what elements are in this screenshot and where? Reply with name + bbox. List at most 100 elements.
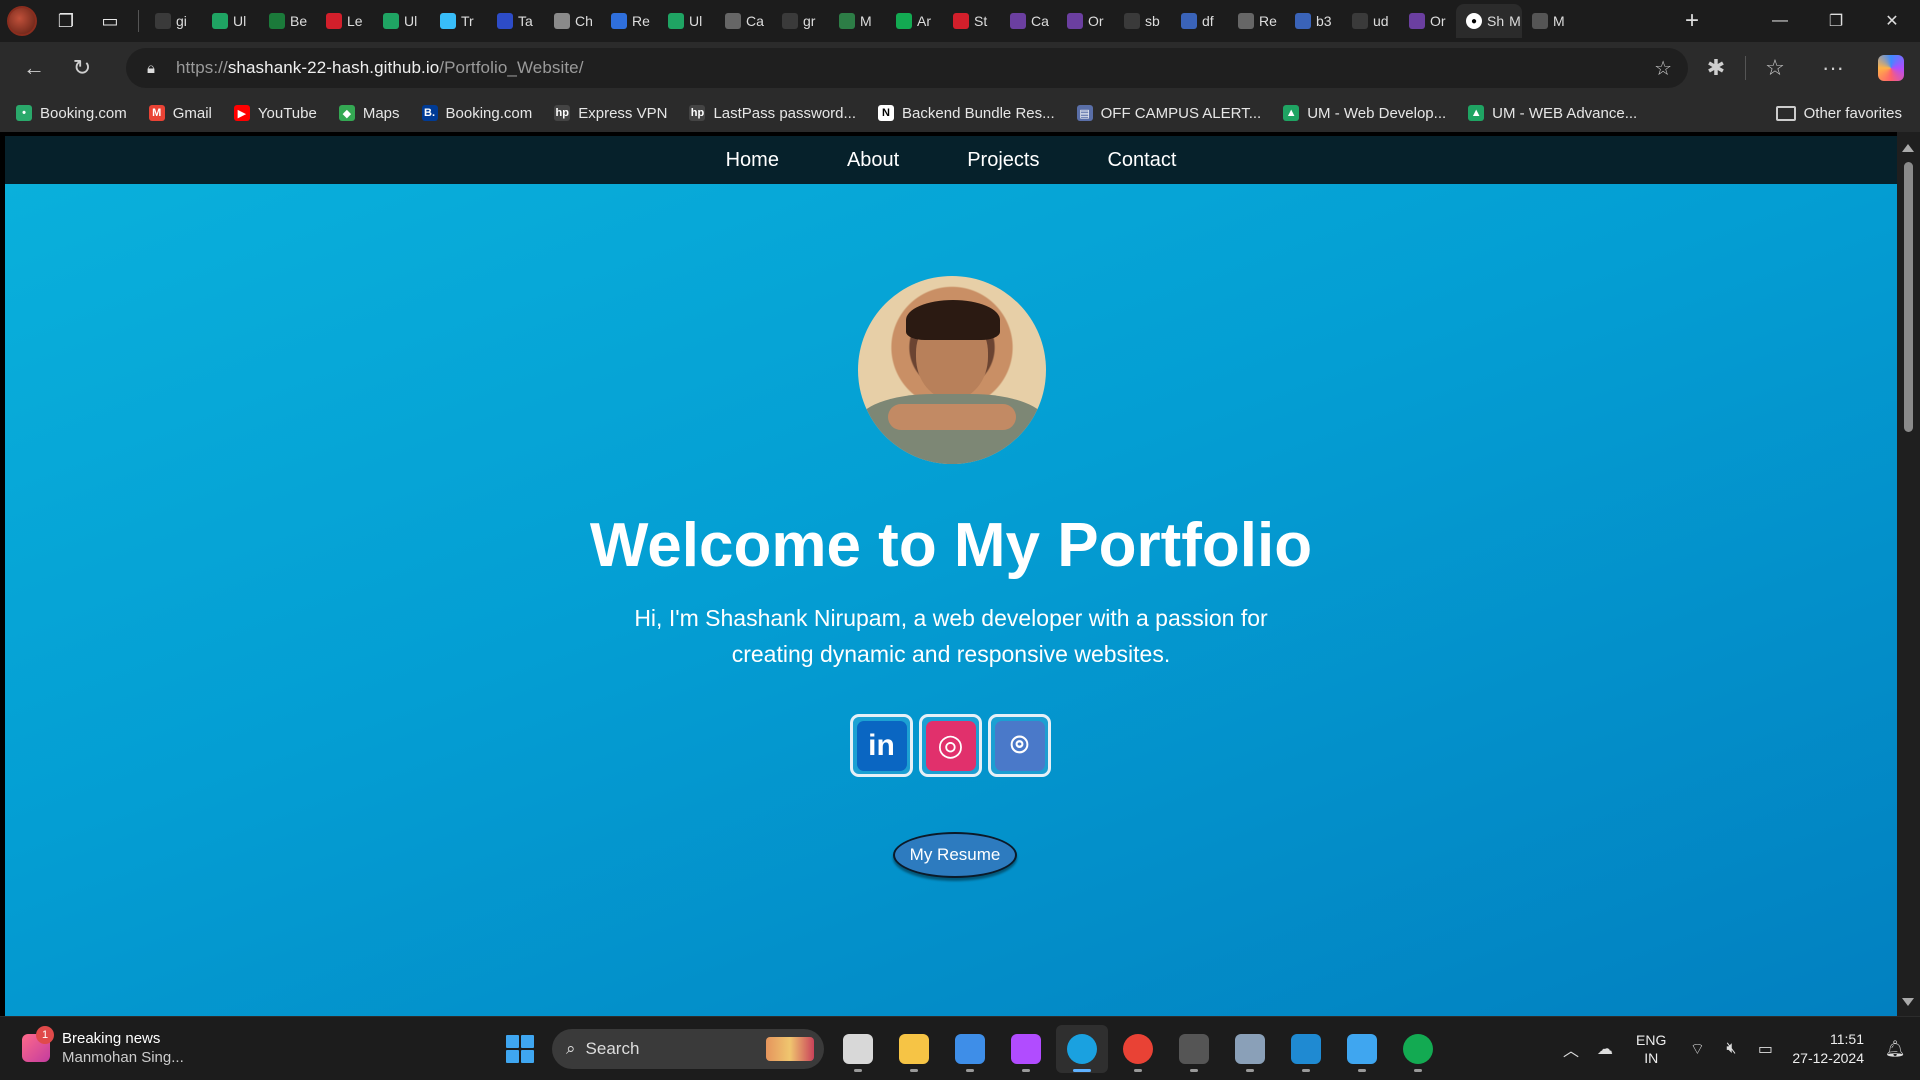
u-logo-icon <box>1067 13 1083 29</box>
language-indicator[interactable]: ENG IN <box>1636 1031 1666 1067</box>
other-favorites[interactable]: Other favorites <box>1775 94 1902 132</box>
browser-tab[interactable]: gr <box>772 4 829 38</box>
browser-tab[interactable]: Or <box>1399 4 1456 38</box>
copilot-button[interactable] <box>1862 48 1920 88</box>
notepad-taskbar-button[interactable] <box>1336 1025 1388 1073</box>
volume-muted-icon[interactable]: 🔇︎ <box>1714 1040 1748 1058</box>
bookmark-label: Booking.com <box>445 104 533 122</box>
scrollbar-thumb[interactable] <box>1904 162 1913 432</box>
notifications-icon[interactable]: 🔔︎ <box>1878 1039 1912 1059</box>
browser-tab[interactable]: M <box>829 4 886 38</box>
tab-actions-icon[interactable]: ▭ <box>88 0 132 42</box>
resume-button[interactable]: My Resume <box>893 832 1017 878</box>
active-browser-tab[interactable]: ●ShM✕ <box>1456 4 1522 38</box>
bookmark-item[interactable]: hp LastPass password... <box>689 105 856 122</box>
github-link[interactable]: ⌾ <box>988 714 1051 777</box>
browser-tab[interactable]: Or <box>1057 4 1114 38</box>
url-text[interactable]: https://shashank-22-hash.github.io/Portf… <box>176 58 584 78</box>
task-view-taskbar-button[interactable] <box>832 1025 884 1073</box>
browser-tab[interactable]: Re <box>1228 4 1285 38</box>
browser-tab[interactable]: sb <box>1114 4 1171 38</box>
workspaces-icon[interactable]: ❐ <box>44 0 88 42</box>
bookmark-item[interactable]: hp Express VPN <box>554 105 667 122</box>
refresh-button[interactable]: ↻ <box>58 48 106 88</box>
start-button[interactable] <box>496 1025 544 1073</box>
browser-tab[interactable]: Ul <box>658 4 715 38</box>
bookmark-item[interactable]: M Gmail <box>148 105 212 122</box>
settings-taskbar-button[interactable] <box>1224 1025 1276 1073</box>
browser-tab[interactable]: Re <box>601 4 658 38</box>
show-hidden-icons-chevron-icon[interactable]: ︿ <box>1554 1037 1588 1061</box>
scroll-up-arrow-icon[interactable] <box>1902 144 1914 152</box>
browser-tab[interactable]: Ca <box>1000 4 1057 38</box>
bookmark-item[interactable]: B. Booking.com <box>421 104 533 122</box>
back-button[interactable]: ← <box>10 48 58 88</box>
edge-taskbar-button[interactable] <box>1056 1025 1108 1073</box>
battery-icon[interactable]: ▭ <box>1748 1039 1782 1059</box>
favorites-icon[interactable]: ☆ <box>1746 48 1804 88</box>
tailwind-icon <box>440 13 456 29</box>
extensions-icon[interactable]: ✱ <box>1687 48 1745 88</box>
scroll-down-arrow-icon[interactable] <box>1902 998 1914 1006</box>
notepad-icon <box>1347 1034 1377 1064</box>
microsoft-store-icon <box>955 1034 985 1064</box>
bookmark-item[interactable]: ▶ YouTube <box>233 105 317 122</box>
browser-tab[interactable]: St <box>943 4 1000 38</box>
bookmark-item[interactable]: ▤ OFF CAMPUS ALERT... <box>1076 105 1261 122</box>
minimize-button[interactable]: — <box>1752 0 1808 42</box>
browser-tab[interactable]: Le <box>316 4 373 38</box>
news-widget[interactable]: 1 Breaking news Manmohan Sing... <box>22 1026 184 1067</box>
clock[interactable]: 11:51 27-12-2024 <box>1792 1030 1864 1068</box>
browser-tab[interactable]: Ul <box>202 4 259 38</box>
browser-tab[interactable]: Be <box>259 4 316 38</box>
bookmark-item[interactable]: ▲ UM - Web Develop... <box>1283 105 1446 122</box>
lock-icon[interactable]: 🔒︎ <box>126 60 176 77</box>
new-tab-button[interactable]: + <box>1672 4 1712 38</box>
profile-button[interactable] <box>0 0 44 42</box>
nav-link-home[interactable]: Home <box>692 149 813 172</box>
nav-link-projects[interactable]: Projects <box>933 149 1073 172</box>
google-drive-icon: ▲ <box>1283 105 1300 121</box>
nav-link-about[interactable]: About <box>813 149 933 172</box>
browser-tab[interactable]: Ta <box>487 4 544 38</box>
favorite-star-icon[interactable]: ☆ <box>1654 56 1672 81</box>
linkedin-link[interactable]: in <box>850 714 913 777</box>
tab-title: Ca <box>746 13 764 29</box>
browser-tab[interactable]: b3 <box>1285 4 1342 38</box>
maps-pin-icon: ◆ <box>338 105 355 121</box>
chrome-taskbar-button[interactable] <box>1112 1025 1164 1073</box>
restore-button[interactable]: ❐ <box>1808 0 1864 42</box>
browser-tab[interactable]: Ca <box>715 4 772 38</box>
bookmark-item[interactable]: • Booking.com <box>16 105 127 122</box>
browser-tab[interactable]: M <box>1522 4 1579 38</box>
profile-photo <box>858 276 1046 464</box>
browser-tab[interactable]: Ch <box>544 4 601 38</box>
nav-link-contact[interactable]: Contact <box>1073 149 1210 172</box>
copilot-taskbar-button[interactable] <box>1000 1025 1052 1073</box>
page-scrollbar[interactable] <box>1897 132 1920 1016</box>
bookmark-item[interactable]: ◆ Maps <box>338 105 400 122</box>
browser-tab[interactable]: Ul <box>373 4 430 38</box>
taskbar-search[interactable]: ⌕ Search <box>552 1029 824 1069</box>
vscode-taskbar-button[interactable] <box>1280 1025 1332 1073</box>
browser-tab[interactable]: df <box>1171 4 1228 38</box>
bookmark-item[interactable]: ▲ UM - WEB Advance... <box>1468 105 1637 122</box>
instagram-link[interactable]: ◎ <box>919 714 982 777</box>
close-window-button[interactable]: ✕ <box>1864 0 1920 42</box>
file-explorer-taskbar-button[interactable] <box>888 1025 940 1073</box>
onedrive-icon[interactable]: ☁ <box>1588 1039 1622 1059</box>
mongodb-compass-taskbar-button[interactable] <box>1392 1025 1444 1073</box>
tab-title: ud <box>1373 13 1389 29</box>
more-menu-icon[interactable]: ··· <box>1804 48 1862 88</box>
browser-tab[interactable]: Ar <box>886 4 943 38</box>
browser-tab[interactable]: Tr <box>430 4 487 38</box>
folder-icon <box>1775 105 1796 121</box>
browser-tab[interactable]: ud <box>1342 4 1399 38</box>
settings-icon <box>1235 1034 1265 1064</box>
bookmark-item[interactable]: N Backend Bundle Res... <box>878 105 1055 122</box>
address-bar[interactable]: 🔒︎ https://shashank-22-hash.github.io/Po… <box>126 48 1688 88</box>
wifi-icon[interactable]: ⌔ <box>1680 1039 1714 1059</box>
terminal-taskbar-button[interactable] <box>1168 1025 1220 1073</box>
microsoft-store-taskbar-button[interactable] <box>944 1025 996 1073</box>
browser-tab[interactable]: gi <box>145 4 202 38</box>
